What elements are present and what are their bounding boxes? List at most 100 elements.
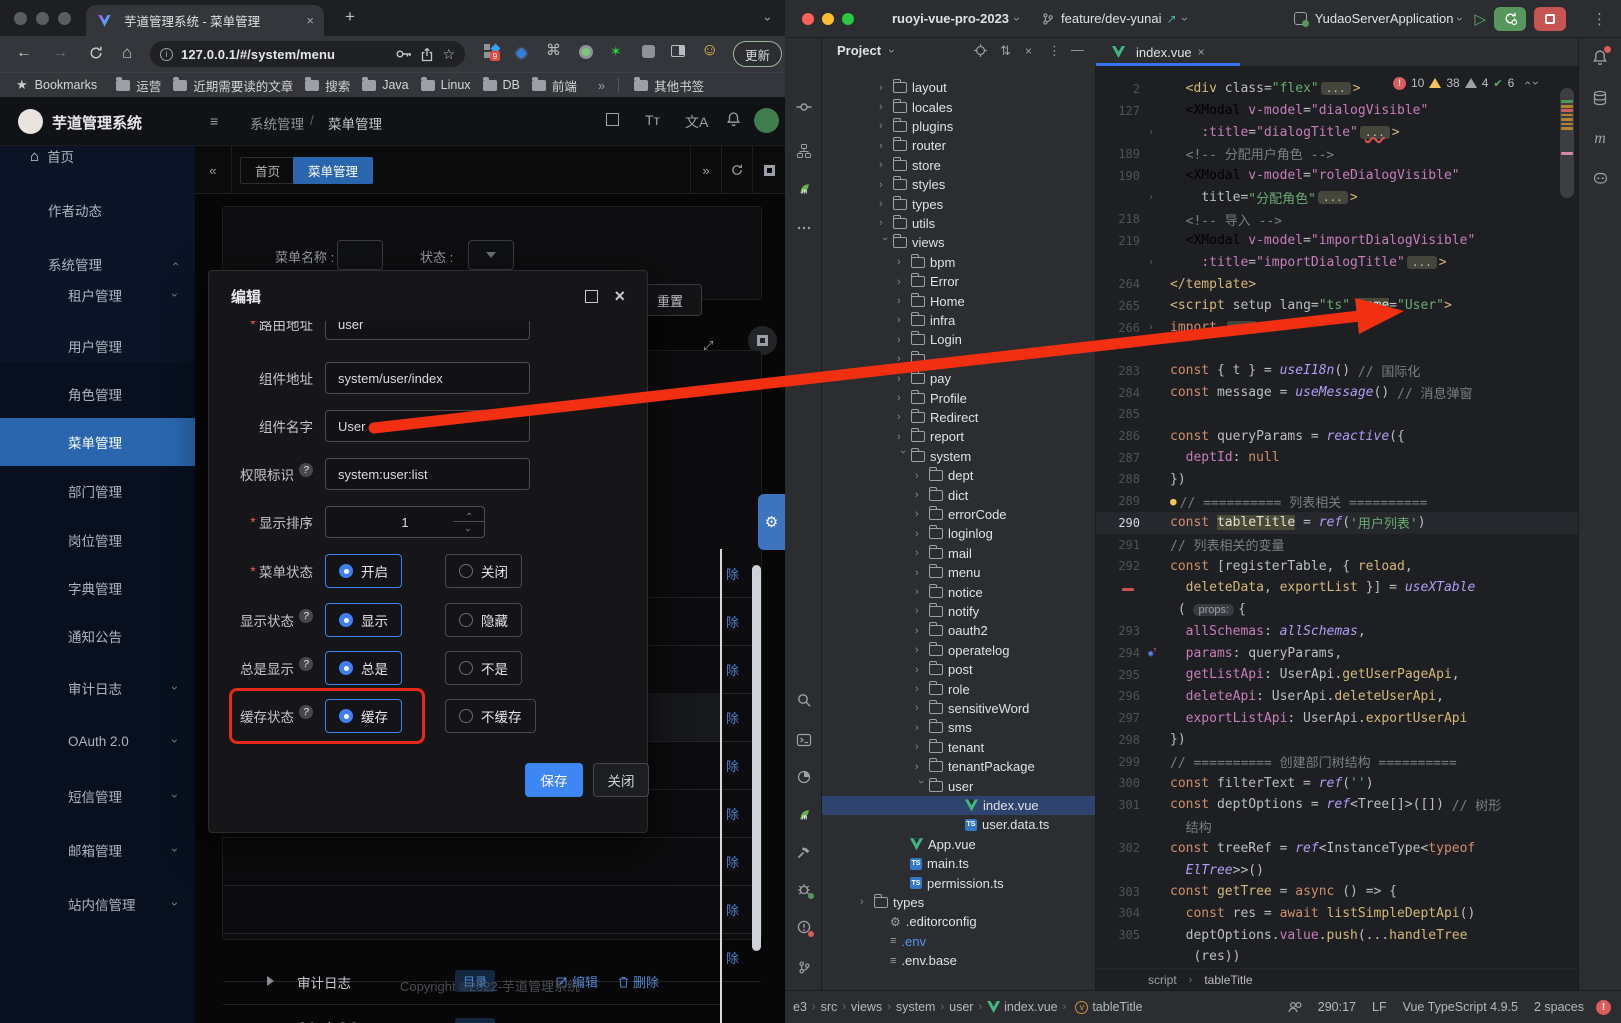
tab-list-chevron-icon[interactable]: › [761, 17, 775, 21]
text-input[interactable]: system/user/index [325, 362, 530, 394]
tree-item[interactable]: App.vue [822, 835, 1096, 854]
tree-chevron-icon[interactable]: › [915, 470, 927, 482]
tree-chevron-icon[interactable]: › [915, 780, 927, 792]
tabs-grid-icon[interactable] [753, 146, 785, 194]
tree-chevron-icon[interactable]: › [879, 159, 891, 171]
tree-item[interactable]: ›layout [822, 78, 1096, 97]
code-line[interactable]: › :title="importDialogTitle"...> [1096, 252, 1578, 274]
sidebar-item-entry[interactable]: 部门管理 [0, 467, 195, 515]
tree-item[interactable]: ›styles [822, 175, 1096, 194]
tree-chevron-icon[interactable]: › [897, 256, 909, 268]
tree-item[interactable]: ›types [822, 893, 1096, 912]
intention-bulb-icon[interactable]: ● [1170, 495, 1177, 508]
code-line[interactable]: 266›import ... [1096, 317, 1578, 339]
code-line[interactable]: 285 [1096, 404, 1578, 426]
notifications-bell-icon[interactable] [1591, 48, 1609, 66]
forward-icon[interactable]: → [52, 45, 68, 61]
bookmarks-label[interactable]: Bookmarks [35, 78, 98, 92]
extension-gem-icon[interactable]: ◆ [516, 44, 527, 61]
tool-stripe-term-icon[interactable] [795, 731, 813, 749]
locate-file-icon[interactable] [973, 43, 988, 58]
editor-tab-index-vue[interactable]: index.vue × [1102, 40, 1213, 64]
tree-chevron-icon[interactable]: › [915, 722, 927, 734]
back-icon[interactable]: ← [16, 45, 32, 61]
tool-stripe-git-icon[interactable] [795, 958, 813, 976]
code-line[interactable]: 291// 列表相关的变量 [1096, 534, 1578, 556]
save-button[interactable]: 保存 [525, 763, 583, 797]
code-line[interactable]: 289●// ========== 列表相关 ========== [1096, 490, 1578, 512]
tree-item[interactable]: ›bpm [822, 253, 1096, 272]
fold-chevron-icon[interactable]: › [1140, 322, 1170, 333]
tree-chevron-icon[interactable]: › [897, 431, 909, 443]
tree-chevron-icon[interactable]: › [897, 392, 909, 404]
delete-link-fragment[interactable]: 除 [726, 612, 739, 631]
delete-link-fragment[interactable]: 除 [726, 948, 739, 967]
code-line[interactable]: 296 deleteApi: UserApi.deleteUserApi, [1096, 686, 1578, 708]
code-line[interactable]: ElTree>>() [1096, 859, 1578, 881]
tree-chevron-icon[interactable]: › [897, 314, 909, 326]
tree-item[interactable]: ›menu [822, 563, 1096, 582]
close-dialog-icon[interactable]: × [614, 287, 625, 305]
bookmarks-overflow-chevron-icon[interactable]: » [598, 78, 605, 93]
code-line[interactable]: 303const getTree = async () => { [1096, 881, 1578, 903]
fold-chevron-icon[interactable]: › [1140, 127, 1170, 138]
radio-option[interactable]: 不缓存 [445, 699, 536, 733]
tree-item-selected[interactable]: index.vue [822, 796, 1096, 815]
tree-chevron-icon[interactable]: › [897, 373, 909, 385]
tree-chevron-icon[interactable]: › [915, 547, 927, 559]
dialog-close-button[interactable]: 关闭 [593, 763, 649, 797]
tree-item[interactable]: ›views [822, 233, 1096, 252]
tree-chevron-icon[interactable]: › [915, 508, 927, 520]
tree-item[interactable]: ›operatelog [822, 641, 1096, 660]
tree-item[interactable]: ›Profile [822, 388, 1096, 407]
tree-item[interactable]: ›dict [822, 485, 1096, 504]
status-path-segment[interactable]: index.vue [1004, 1000, 1058, 1014]
tree-chevron-icon[interactable]: › [897, 411, 909, 423]
code-line[interactable]: 301const deptOptions = ref<Tree[]>([]) /… [1096, 794, 1578, 816]
code-line[interactable]: 293 allSchemas: allSchemas, [1096, 621, 1578, 643]
extensions-puzzle-icon[interactable] [642, 45, 655, 58]
radio-option[interactable]: 不是 [445, 651, 522, 685]
browser-tab[interactable]: 芋道管理系统 - 菜单管理 × [86, 5, 324, 36]
address-bar[interactable]: i 127.0.0.1/#/system/menu ☆ [150, 41, 465, 67]
tree-item[interactable]: ›sms [822, 718, 1096, 737]
tabs-refresh-icon[interactable] [722, 146, 753, 194]
branch-selector[interactable]: feature/dev-yunai [1061, 11, 1161, 26]
code-line[interactable]: 264</template> [1096, 273, 1578, 295]
breadcrumb-script[interactable]: script [1148, 973, 1177, 987]
radio-option-selected[interactable]: 显示 [325, 603, 402, 637]
tree-chevron-icon[interactable]: › [897, 450, 909, 462]
expand-all-icon[interactable]: ⇅ [1000, 43, 1011, 59]
bell-icon[interactable] [726, 111, 741, 127]
user-avatar[interactable] [754, 108, 779, 133]
project-selector[interactable]: ruoyi-vue-pro-2023 [892, 11, 1009, 26]
titlebar-kebab-icon[interactable]: ⋮ [1592, 10, 1607, 28]
bookmark-item[interactable]: 近期需要读的文章 [173, 76, 293, 95]
error-indicator-icon[interactable]: ! [1596, 1000, 1611, 1015]
table-vertical-scrollbar[interactable] [752, 565, 761, 951]
window-controls[interactable] [14, 12, 80, 25]
tree-chevron-icon[interactable]: › [915, 586, 927, 598]
code-line[interactable]: 304 const res = await listSimpleDeptApi(… [1096, 903, 1578, 925]
tree-chevron-icon[interactable]: › [915, 605, 927, 617]
tree-chevron-icon[interactable]: › [879, 82, 891, 94]
code-line[interactable]: 190 <XModal v-model="roleDialogVisible" [1096, 165, 1578, 187]
tab-menu-management[interactable]: 菜单管理 [293, 157, 373, 184]
tree-item[interactable]: ›notify [822, 602, 1096, 621]
tree-chevron-icon[interactable]: › [879, 237, 891, 249]
delete-link-fragment[interactable]: 除 [726, 708, 739, 727]
close-tab-icon[interactable]: × [306, 13, 314, 28]
tree-chevron-icon[interactable]: › [879, 101, 891, 113]
tree-chevron-icon[interactable]: › [915, 761, 927, 773]
tree-item[interactable]: ›mail [822, 544, 1096, 563]
delete-link-fragment[interactable]: 除 [726, 660, 739, 679]
share-icon[interactable] [420, 47, 434, 62]
tree-item[interactable]: ›report [822, 427, 1096, 446]
stop-button[interactable] [1534, 7, 1566, 31]
tree-chevron-icon[interactable]: › [860, 896, 872, 908]
tree-item[interactable]: ›errorCode [822, 505, 1096, 524]
next-problem-icon[interactable]: › [1529, 81, 1543, 85]
tool-stripe-debug-icon[interactable] [795, 880, 813, 898]
sidebar-item-entry[interactable]: 岗位管理 [0, 516, 195, 564]
file-type[interactable]: Vue TypeScript 4.9.5 [1403, 1000, 1518, 1014]
